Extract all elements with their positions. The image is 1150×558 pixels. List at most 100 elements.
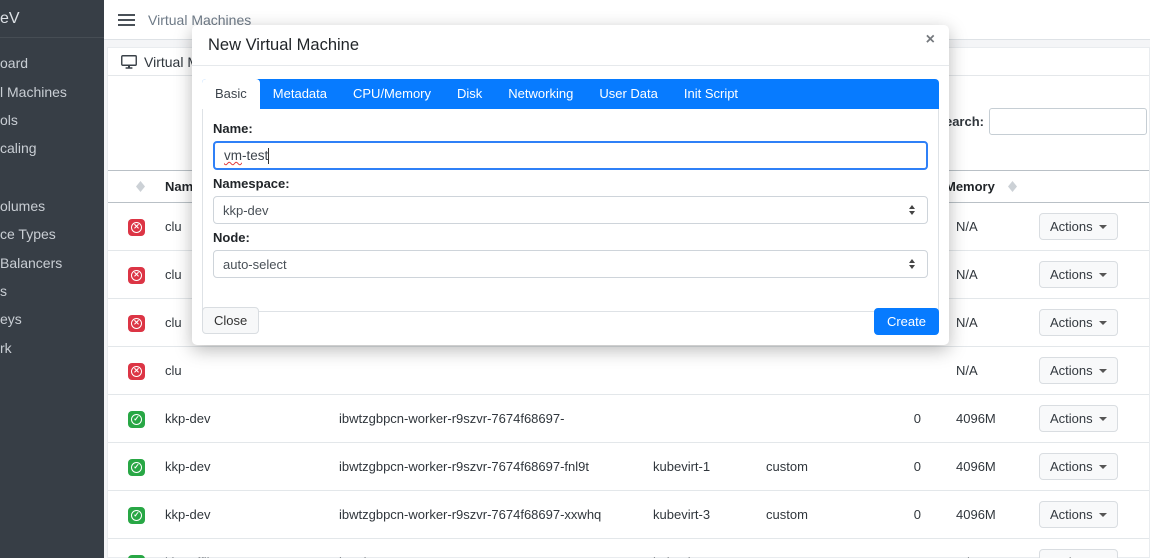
cell-name: ibwtzgbpcn-worker-r9szvr-7674f68697- [331, 394, 645, 443]
cell-cpus: 0 [896, 442, 929, 491]
table-search: Search: [936, 108, 1147, 135]
basic-tab-pane: Name: vm -test Namespace: kkp-dev Node: a… [202, 109, 939, 312]
sidebar-item[interactable]: l Machines [0, 77, 104, 105]
circle-x-icon: ✕ [131, 221, 142, 233]
cell-name: ibwtzgbpcn-worker-r9szvr-7674f68697-fnl9… [331, 442, 645, 491]
node-select[interactable]: auto-select [213, 250, 928, 278]
cell-type [758, 394, 896, 443]
circle-x-icon: ✕ [131, 365, 142, 377]
sidebar-item[interactable]: rk [0, 334, 104, 362]
cell-memory: N/A [929, 346, 1029, 395]
caret-down-icon [1098, 272, 1107, 277]
actions-button[interactable]: Actions [1039, 357, 1118, 384]
tab-networking[interactable]: Networking [495, 79, 586, 109]
sidebar-item[interactable]: caling [0, 134, 104, 162]
create-button[interactable]: Create [873, 308, 939, 335]
cell-memory: 4096M [929, 442, 1029, 491]
cell-name: bastion-vm [331, 538, 645, 558]
status-badge: ✕ [128, 314, 145, 332]
caret-down-icon [1098, 416, 1107, 421]
status-badge: ✓ [128, 410, 145, 428]
cell-name [331, 346, 645, 395]
cell-cpus: 0 [896, 394, 929, 443]
sidebar-item[interactable]: ols [0, 106, 104, 134]
tab-basic[interactable]: Basic [202, 79, 260, 109]
cell-cpus: 0 [896, 490, 929, 539]
actions-button[interactable]: Actions [1039, 213, 1118, 240]
table-row: ✓ kkp-dev ibwtzgbpcn-worker-r9szvr-7674f… [108, 394, 1149, 443]
sidebar-item[interactable]: eys [0, 305, 104, 333]
actions-button[interactable]: Actions [1039, 453, 1118, 480]
hamburger-menu-icon[interactable] [118, 11, 135, 29]
cell-type [758, 346, 896, 395]
cell-namespace: kkp-offline-vpc [157, 538, 331, 558]
modal-title: New Virtual Machine [208, 35, 360, 54]
cell-node [645, 394, 758, 443]
select-arrows-icon [909, 259, 915, 269]
sidebar-item[interactable]: olumes [0, 192, 104, 220]
table-row: ✓ kkp-dev ibwtzgbpcn-worker-r9szvr-7674f… [108, 490, 1149, 539]
circle-check-icon: ✓ [131, 413, 142, 425]
cell-node: kubevirt-1 [645, 538, 758, 558]
namespace-label: Namespace: [213, 176, 290, 191]
cell-cpus: 0 [896, 538, 929, 558]
cell-memory: N/A [929, 538, 1029, 558]
select-arrows-icon [909, 205, 915, 215]
tab-metadata[interactable]: Metadata [260, 79, 340, 109]
status-badge: ✕ [128, 218, 145, 236]
sidebar-item[interactable]: s [0, 277, 104, 305]
status-badge: ✓ [128, 458, 145, 476]
actions-button[interactable]: Actions [1039, 549, 1118, 558]
cell-name: ibwtzgbpcn-worker-r9szvr-7674f68697-xxwh… [331, 490, 645, 539]
tab-disk[interactable]: Disk [444, 79, 495, 109]
sidebar-item[interactable]: oard [0, 49, 104, 77]
cell-type: custom [758, 538, 896, 558]
app-logo[interactable]: eV [0, 0, 104, 38]
modal-body: Basic Metadata CPU/Memory Disk Networking Use… [192, 66, 949, 312]
actions-button[interactable]: Actions [1039, 309, 1118, 336]
cell-node: kubevirt-1 [645, 442, 758, 491]
sort-icon [1008, 181, 1017, 192]
cell-node [645, 346, 758, 395]
tab-user-data[interactable]: User Data [586, 79, 671, 109]
actions-button[interactable]: Actions [1039, 501, 1118, 528]
actions-button[interactable]: Actions [1039, 261, 1118, 288]
sidebar: eV oard l Machines ols caling olumes ce Types… [0, 0, 104, 558]
text-caret [268, 147, 270, 164]
circle-x-icon: ✕ [131, 269, 142, 281]
vm-name-input[interactable]: vm -test [213, 141, 928, 170]
tab-cpu-memory[interactable]: CPU/Memory [340, 79, 444, 109]
spellcheck-underline: vm [224, 148, 242, 163]
cell-node: kubevirt-3 [645, 490, 758, 539]
circle-check-icon: ✓ [131, 509, 142, 521]
modal-tabs: Basic Metadata CPU/Memory Disk Networking Use… [202, 79, 939, 109]
column-header-status[interactable] [108, 170, 157, 203]
circle-x-icon: ✕ [131, 317, 142, 329]
sidebar-item[interactable]: ce Types [0, 220, 104, 248]
monitor-icon [121, 54, 137, 69]
status-badge: ✕ [128, 362, 145, 380]
cell-namespace: kkp-dev [157, 442, 331, 491]
sort-icon [136, 181, 145, 192]
table-row: ✓ kkp-dev ibwtzgbpcn-worker-r9szvr-7674f… [108, 442, 1149, 491]
actions-button[interactable]: Actions [1039, 405, 1118, 432]
close-button[interactable]: Close [202, 307, 260, 334]
app-root: eV oard l Machines ols caling olumes ce Types… [0, 0, 1150, 558]
circle-check-icon: ✓ [131, 461, 142, 473]
close-icon[interactable]: × [926, 32, 935, 48]
sidebar-item[interactable]: Balancers [0, 248, 104, 276]
status-badge: ✕ [128, 266, 145, 284]
cell-cpus [896, 346, 929, 395]
tab-init-script[interactable]: Init Script [671, 79, 751, 109]
column-header-actions [1029, 170, 1149, 203]
table-row: ✓ kkp-offline-vpc bastion-vm kubevirt-1 … [108, 538, 1149, 558]
caret-down-icon [1098, 368, 1107, 373]
new-vm-modal: New Virtual Machine × Basic Metadata CPU/M… [192, 25, 949, 345]
table-row: ✕ clu N/A Actions [108, 346, 1149, 395]
caret-down-icon [1098, 224, 1107, 229]
namespace-select[interactable]: kkp-dev [213, 196, 928, 224]
search-input[interactable] [989, 108, 1147, 135]
caret-down-icon [1098, 320, 1107, 325]
cell-namespace: kkp-dev [157, 394, 331, 443]
name-label: Name: [213, 121, 253, 136]
